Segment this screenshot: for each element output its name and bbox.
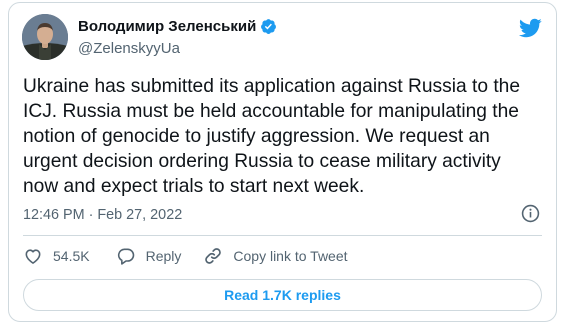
avatar[interactable] [22, 14, 68, 60]
heart-icon [25, 249, 41, 264]
reply-label: Reply [145, 248, 182, 264]
tweet-timestamp[interactable]: 12:46 PM · Feb 27, 2022 [23, 207, 182, 223]
read-replies-button[interactable]: Read 1.7K replies [23, 279, 542, 311]
info-icon[interactable] [521, 204, 540, 223]
tweet-card[interactable]: Володимир Зеленський @ZelenskyyUa Ukrain… [8, 2, 557, 322]
copy-link-label: Copy link to Tweet [233, 248, 348, 264]
reply-bubble-icon [117, 248, 134, 265]
author-name-row[interactable]: Володимир Зеленський [78, 18, 277, 35]
reply-button[interactable]: Reply [116, 246, 182, 266]
tweet-actions: 54.5K Reply Copy link to Tweet [23, 246, 370, 266]
author-handle[interactable]: @ZelenskyyUa [78, 40, 180, 57]
like-button[interactable]: 54.5K [23, 246, 90, 266]
author-display-name[interactable]: Володимир Зеленський [78, 18, 256, 35]
twitter-bird-icon[interactable] [518, 16, 542, 40]
tweet-text: Ukraine has submitted its application ag… [23, 76, 521, 197]
verified-badge-icon [260, 18, 277, 35]
likes-count: 54.5K [53, 248, 90, 264]
link-icon [205, 248, 222, 264]
copy-link-button[interactable]: Copy link to Tweet [203, 246, 348, 266]
divider [23, 235, 542, 236]
